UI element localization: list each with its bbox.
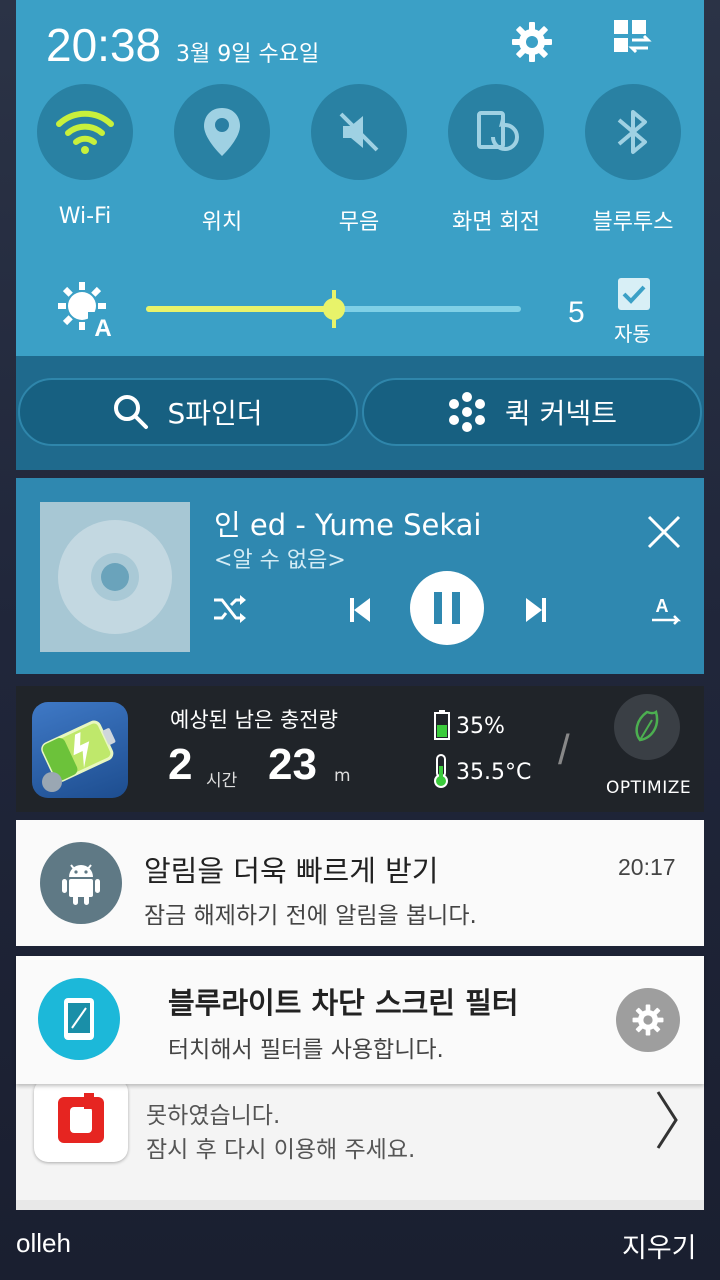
- leaf-icon: [635, 710, 659, 742]
- svg-text:A: A: [94, 315, 111, 338]
- filter-settings-button[interactable]: [616, 988, 680, 1052]
- toggle-label: 화면 회전: [452, 210, 540, 235]
- location-toggle-circle: [174, 84, 270, 180]
- previous-track-icon[interactable]: [350, 598, 372, 626]
- clear-all-button[interactable]: 지우기: [622, 1226, 697, 1265]
- location-icon: [204, 108, 240, 156]
- optimize-button[interactable]: [614, 694, 680, 760]
- toggle-mute[interactable]: 무음: [310, 84, 408, 236]
- auto-brightness-label: 자동: [614, 322, 651, 346]
- toggle-label: 블루투스: [592, 210, 674, 235]
- android-icon: [40, 842, 122, 924]
- toggle-label: 위치: [201, 210, 243, 235]
- gear-icon[interactable]: [510, 20, 554, 64]
- next-track-icon[interactable]: [524, 598, 546, 626]
- rotation-toggle-circle: [448, 84, 544, 180]
- chevron-right-icon[interactable]: [654, 1090, 680, 1154]
- mute-toggle-circle: [311, 84, 407, 180]
- notification-text-line2: 잠시 후 다시 이용해 주세요.: [146, 1137, 416, 1163]
- notification-title: 블루라이트 차단 스크린 필터: [168, 986, 519, 1020]
- notification-stack-edge: [16, 1200, 704, 1210]
- battery-minutes-unit: m: [334, 766, 351, 786]
- notification-time: 20:17: [618, 854, 676, 880]
- bluetooth-toggle-circle: [585, 84, 681, 180]
- gear-icon: [632, 1004, 664, 1036]
- date: 3월 9일 수요일: [176, 42, 320, 67]
- close-icon[interactable]: [644, 512, 684, 552]
- brightness-slider-thumb[interactable]: [322, 290, 345, 328]
- shuffle-icon[interactable]: [212, 594, 248, 628]
- s-finder-label: S파인더: [167, 397, 263, 430]
- edit-toggles-icon[interactable]: [612, 18, 656, 62]
- wifi-icon: [56, 110, 114, 154]
- battery-remaining-title: 예상된 남은 충전량: [170, 708, 338, 732]
- quick-connect-button[interactable]: 퀵 커넥트: [362, 378, 702, 446]
- toggle-rotation[interactable]: 화면 회전: [447, 84, 545, 236]
- auto-brightness-checkbox[interactable]: [618, 278, 650, 310]
- toggle-label: 무음: [338, 210, 380, 235]
- clock: 20:38: [46, 19, 162, 71]
- s-finder-button[interactable]: S파인더: [18, 378, 358, 446]
- battery-app-icon: [32, 702, 128, 798]
- notification-blue-light-filter[interactable]: 블루라이트 차단 스크린 필터 터치해서 필터를 사용합니다.: [16, 956, 704, 1084]
- battery-percent: 35%: [456, 714, 505, 739]
- quick-connect-label: 퀵 커넥트: [505, 397, 617, 430]
- battery-hours-unit: 시간: [206, 771, 238, 791]
- thermometer-icon: [432, 754, 450, 792]
- album-art: [40, 502, 190, 652]
- notification-text-line1: 못하였습니다.: [146, 1103, 281, 1129]
- svg-text:A: A: [656, 596, 669, 616]
- battery-doctor-notification[interactable]: 예상된 남은 충전량 2 시간 23 m 35% 35.5°C / OPTIMI…: [16, 686, 704, 812]
- battery-temperature: 35.5°C: [456, 760, 532, 785]
- lyrics-icon[interactable]: A: [650, 596, 684, 632]
- mute-icon: [339, 112, 379, 152]
- notification-quick-alerts[interactable]: 알림을 더욱 빠르게 받기 잠금 해제하기 전에 알림을 봅니다. 20:17: [16, 820, 704, 946]
- screen-rotation-icon: [477, 111, 519, 151]
- bluetooth-icon: [617, 110, 647, 154]
- battery-level-icon: [434, 710, 450, 744]
- quick-connect-icon: [449, 392, 486, 432]
- battery-minutes: 23: [268, 740, 317, 789]
- toggle-label: Wi-Fi: [58, 204, 112, 229]
- brightness-slider-fill: [146, 306, 334, 312]
- toggle-location[interactable]: 위치: [173, 84, 271, 236]
- wifi-toggle-circle: [37, 84, 133, 180]
- notification-app-error[interactable]: 못하였습니다. 잠시 후 다시 이용해 주세요.: [16, 1078, 704, 1200]
- pause-button[interactable]: [410, 571, 484, 645]
- toggle-wifi[interactable]: Wi-Fi: [36, 84, 134, 229]
- notification-text: 잠금 해제하기 전에 알림을 봅니다.: [144, 903, 477, 929]
- song-artist: <알 수 없음>: [214, 548, 346, 573]
- carrier-name: olleh: [16, 1228, 71, 1258]
- divider-slash: /: [558, 726, 570, 773]
- music-player-notification[interactable]: 인 ed - Yume Sekai <알 수 없음> A: [16, 478, 704, 674]
- battery-hours: 2: [168, 740, 193, 789]
- notification-title: 알림을 더욱 빠르게 받기: [144, 854, 439, 888]
- notification-text: 터치해서 필터를 사용합니다.: [168, 1037, 444, 1063]
- checkmark-icon: [622, 285, 646, 304]
- quick-settings-panel: 20:38 3월 9일 수요일 Wi-Fi 위치 무음 화면 회전 블루투스 A…: [16, 0, 704, 470]
- app-logo-icon: [34, 1078, 128, 1162]
- phone-screen-icon: [38, 978, 120, 1060]
- search-icon: [114, 395, 149, 429]
- brightness-slider[interactable]: [146, 290, 521, 328]
- brightness-auto-icon: A: [58, 282, 118, 342]
- brightness-value: 5: [568, 296, 585, 329]
- optimize-label: OPTIMIZE: [606, 778, 692, 798]
- toggle-bluetooth[interactable]: 블루투스: [584, 84, 682, 236]
- song-title: 인 ed - Yume Sekai: [214, 508, 482, 542]
- pause-icon: [434, 592, 460, 624]
